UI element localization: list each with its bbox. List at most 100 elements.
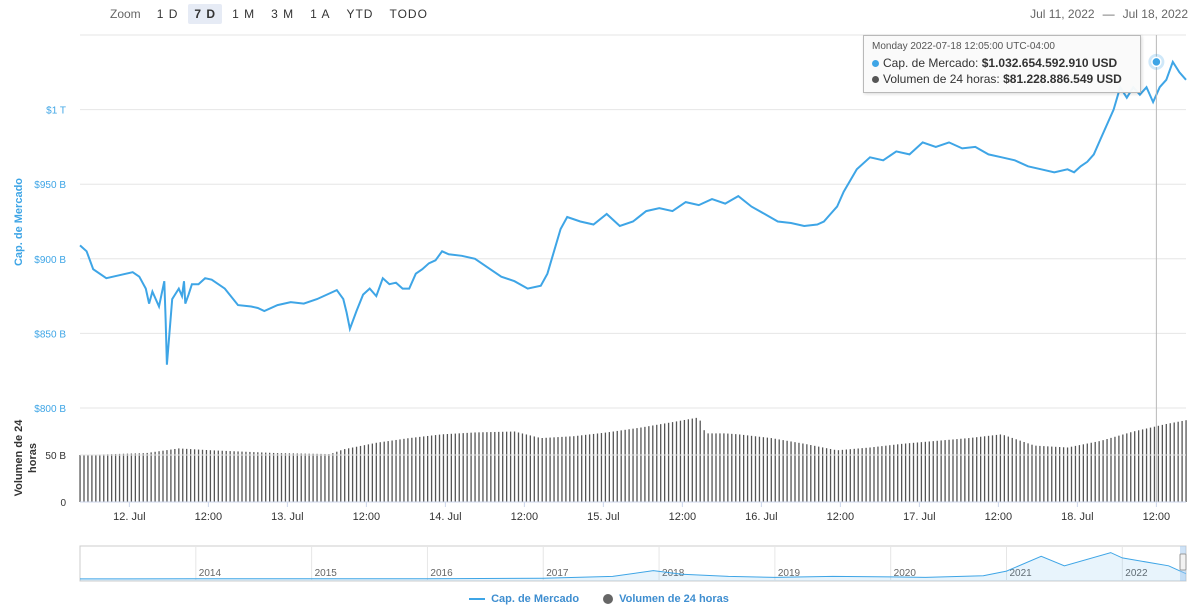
- volume-bar: [336, 451, 338, 502]
- x-tick-label: 12:00: [985, 511, 1013, 523]
- volume-bar: [1169, 423, 1171, 502]
- volume-bar: [312, 453, 314, 502]
- volume-bar: [427, 435, 429, 502]
- volume-bar: [494, 431, 496, 502]
- y-tick-label: $950 B: [34, 180, 66, 191]
- volume-bar: [107, 454, 109, 502]
- volume-bar: [284, 453, 287, 502]
- volume-bar: [411, 437, 413, 502]
- volume-bar: [703, 430, 705, 502]
- legend-dot-icon: [603, 594, 614, 604]
- volume-bar: [126, 453, 129, 502]
- volume-bar: [446, 434, 449, 502]
- market-cap-dot-icon: [872, 60, 879, 68]
- volume-bar: [683, 419, 686, 502]
- navigator-handle[interactable]: [1179, 553, 1187, 571]
- volume-bar: [924, 441, 926, 502]
- legend-line-icon: [469, 598, 486, 600]
- volume-bar: [825, 448, 828, 502]
- volume-bar: [509, 431, 512, 502]
- tooltip: Monday 2022-07-18 12:05:00 UTC-04:00 Cap…: [863, 35, 1141, 93]
- volume-bar: [612, 431, 614, 502]
- volume-bar: [976, 437, 978, 502]
- x-tick-label: 12:00: [511, 511, 539, 523]
- volume-bar: [174, 448, 176, 502]
- volume-bar: [1078, 445, 1081, 502]
- volume-bar: [960, 438, 962, 502]
- volume-bar: [557, 437, 559, 502]
- volume-bar: [111, 454, 113, 502]
- volume-bar: [948, 439, 950, 502]
- x-tick-label: 14. Jul: [429, 511, 461, 523]
- tooltip-market-cap: Cap. de Mercado: $1.032.654.592.910 USD: [872, 55, 1132, 71]
- volume-bar: [553, 437, 555, 502]
- volume-bar: [1130, 432, 1132, 502]
- volume-bar: [1118, 435, 1120, 502]
- volume-bar: [114, 453, 117, 502]
- volume-bar: [415, 437, 417, 502]
- volume-bar: [134, 453, 136, 502]
- volume-bar: [502, 431, 504, 502]
- volume-bar: [667, 422, 670, 502]
- volume-bar: [1035, 445, 1037, 502]
- tooltip-header: Monday 2022-07-18 12:05:00 UTC-04:00: [872, 41, 1055, 52]
- volume-bar: [276, 453, 279, 502]
- x-tick-label: 12:00: [195, 511, 223, 523]
- volume-bar: [541, 438, 543, 502]
- volume-bar: [474, 432, 476, 502]
- volume-bar: [648, 426, 650, 502]
- volume-bar: [920, 442, 923, 502]
- volume-bar: [904, 443, 907, 502]
- volume-bar: [798, 442, 800, 502]
- volume-bar: [1145, 428, 1148, 502]
- volume-bar: [750, 435, 753, 502]
- volume-bar: [968, 438, 970, 502]
- volume-bar: [99, 454, 101, 502]
- volume-bar: [478, 432, 480, 502]
- volume-bar: [569, 436, 571, 502]
- volume-bar: [549, 437, 551, 502]
- volume-bar: [450, 433, 452, 502]
- volume-bar: [269, 452, 271, 502]
- volume-bar: [790, 441, 792, 502]
- legend-market-cap[interactable]: Cap. de Mercado: [469, 593, 579, 605]
- volume-bar: [766, 437, 768, 502]
- tooltip-volume: Volumen de 24 horas: $81.228.886.549 USD: [872, 71, 1132, 87]
- volume-bar: [430, 435, 433, 502]
- volume-tick-label: 0: [60, 498, 66, 509]
- volume-bar: [213, 450, 215, 502]
- volume-bar: [656, 424, 658, 502]
- volume-bar: [217, 450, 219, 502]
- volume-bar: [383, 441, 385, 502]
- volume-bar: [743, 434, 745, 502]
- volume-bar: [1066, 447, 1069, 502]
- volume-bar: [1039, 445, 1041, 502]
- volume-bar: [1011, 437, 1013, 502]
- volume-bar: [320, 453, 322, 502]
- volume-bar: [782, 440, 784, 502]
- volume-bar: [403, 438, 405, 502]
- volume-bar: [190, 449, 192, 502]
- navigator-year-label: 2014: [199, 568, 222, 579]
- volume-bar: [371, 443, 373, 502]
- volume-bar: [241, 451, 243, 502]
- volume-bar: [229, 451, 231, 502]
- volume-bar: [632, 428, 634, 502]
- volume-bar: [1098, 441, 1100, 502]
- legend-volume[interactable]: Volumen de 24 horas: [603, 593, 729, 605]
- volume-bar: [889, 445, 891, 502]
- volume-bar: [616, 430, 618, 502]
- volume-bar: [1141, 429, 1144, 502]
- market-cap-line: [79, 59, 1187, 365]
- volume-bar: [652, 425, 654, 502]
- x-tick-label: 15. Jul: [587, 511, 619, 523]
- navigator-year-label: 2015: [315, 568, 338, 579]
- volume-bar: [679, 420, 682, 502]
- market-cap-axis-title: Cap. de Mercado: [13, 178, 25, 266]
- y-tick-label: $1 T: [46, 106, 66, 117]
- volume-bar: [833, 449, 836, 502]
- volume-bar: [332, 453, 334, 502]
- volume-bar: [916, 442, 919, 502]
- volume-bar: [719, 433, 721, 502]
- volume-bar: [1015, 439, 1017, 502]
